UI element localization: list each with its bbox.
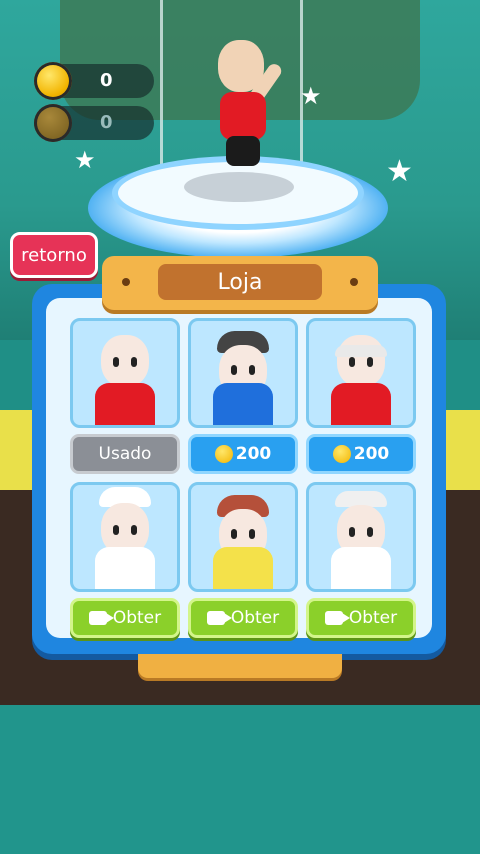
skin-eye [249, 529, 255, 539]
get-label: Obter [112, 608, 162, 628]
video-icon [206, 611, 232, 625]
shop-title: Loja [158, 264, 322, 300]
skin-eye [113, 525, 119, 535]
coin-icon [34, 104, 72, 142]
skin-eye [349, 527, 355, 537]
skin-shirt [95, 547, 155, 589]
skin-shirt [331, 547, 391, 589]
skin-face [337, 335, 385, 387]
skin-shirt [213, 547, 273, 589]
shop-title-board: Loja [102, 256, 378, 310]
skin-card-3[interactable] [306, 318, 416, 428]
back-button[interactable]: retorno [10, 232, 98, 278]
nail [350, 278, 358, 286]
skin-eye [367, 527, 373, 537]
price-label: 200 [235, 444, 272, 464]
skin-eye [231, 529, 237, 539]
star-icon: ★ [300, 82, 322, 110]
game-scene: 0 0 ★ ★ ★ retorno Loja Usado 200 200 Obt… [0, 0, 480, 854]
video-icon [324, 611, 350, 625]
skin-shirt [213, 383, 273, 425]
skin-eye [367, 357, 373, 367]
floor-bottom [0, 705, 480, 854]
skin-eye [349, 357, 355, 367]
character-shorts [226, 136, 260, 166]
star-icon: ★ [74, 146, 96, 174]
skin-eye [231, 365, 237, 375]
rope [160, 0, 163, 190]
watch-ad-button[interactable]: Obter [306, 598, 416, 638]
panel-bottom-tab [138, 654, 342, 678]
skin-card-1[interactable] [70, 318, 180, 428]
video-icon [88, 611, 114, 625]
skin-face [101, 335, 149, 387]
coin-count-secondary: 0 [100, 112, 113, 133]
coin-icon [34, 62, 72, 100]
skin-card-6[interactable] [306, 482, 416, 592]
buy-button[interactable]: 200 [188, 434, 298, 474]
skin-card-2[interactable] [188, 318, 298, 428]
star-icon: ★ [386, 154, 413, 189]
skin-headband [335, 345, 387, 357]
skin-shirt [331, 383, 391, 425]
coin-icon [332, 445, 351, 463]
get-label: Obter [348, 608, 398, 628]
coin-count-primary: 0 [100, 70, 113, 91]
skin-eye [113, 357, 119, 367]
skin-shirt [95, 383, 155, 425]
used-label: Usado [98, 444, 152, 464]
watch-ad-button[interactable]: Obter [188, 598, 298, 638]
character-shirt [220, 92, 266, 140]
coin-counter-primary: 0 [34, 62, 154, 100]
buy-button[interactable]: 200 [306, 434, 416, 474]
skin-eye [131, 525, 137, 535]
skin-eye [131, 357, 137, 367]
get-label: Obter [230, 608, 280, 628]
watch-ad-button[interactable]: Obter [70, 598, 180, 638]
coin-counter-secondary: 0 [34, 104, 154, 142]
skin-card-5[interactable] [188, 482, 298, 592]
nail [122, 278, 130, 286]
skin-eye [249, 365, 255, 375]
skin-card-4[interactable] [70, 482, 180, 592]
player-character [214, 40, 284, 190]
used-button[interactable]: Usado [70, 434, 180, 474]
price-label: 200 [353, 444, 390, 464]
coin-icon [214, 445, 233, 463]
